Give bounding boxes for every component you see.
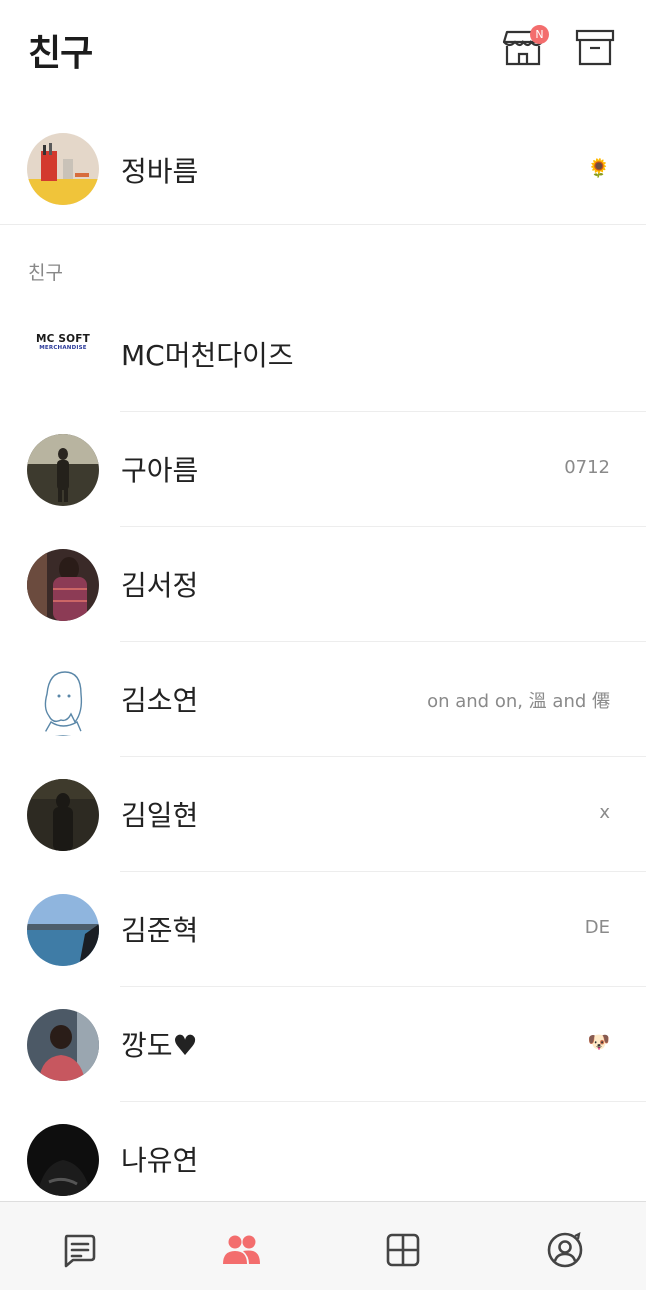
friend-status: on and on, 溫 and 僊: [427, 691, 610, 712]
grid-icon: [386, 1233, 420, 1267]
friend-status: x: [599, 802, 610, 823]
nav-grid[interactable]: [383, 1230, 423, 1270]
divider: [120, 641, 646, 642]
friend-row[interactable]: 나유연: [0, 1103, 646, 1217]
my-profile-row[interactable]: 정바름 🌻: [0, 118, 646, 225]
avatar: [27, 549, 99, 621]
page-title: 친구: [28, 33, 93, 74]
friends-icon: [223, 1235, 260, 1264]
friend-status: DE: [584, 917, 610, 938]
nav-chats[interactable]: [59, 1230, 99, 1270]
avatar: [27, 894, 99, 966]
my-status: 🌻: [587, 158, 610, 179]
friend-name: 김소연: [121, 684, 199, 717]
friend-status: 0712: [564, 457, 610, 478]
friend-name: MC머천다이즈: [121, 339, 294, 372]
nav-friends[interactable]: [221, 1230, 261, 1270]
friend-name: 김서정: [121, 569, 199, 602]
divider: [120, 756, 646, 757]
bottom-nav: [0, 1201, 646, 1290]
avatar: [27, 779, 99, 851]
friends-section-label: 친구: [28, 262, 63, 284]
friend-row[interactable]: 구아름 0712: [0, 413, 646, 527]
profile-icon: [547, 1232, 583, 1268]
mc-soft-logo: MC SOFT MERCHANDISE: [35, 333, 91, 351]
friend-row[interactable]: 김소연 on and on, 溫 and 僊: [0, 643, 646, 757]
friend-row[interactable]: 김준혁 DE: [0, 873, 646, 987]
friend-name: 나유연: [121, 1144, 199, 1177]
divider: [120, 871, 646, 872]
header: 친구 N: [0, 0, 646, 100]
nav-profile[interactable]: [545, 1230, 585, 1270]
friend-row[interactable]: 깡도♥ 🐶: [0, 988, 646, 1102]
friend-row[interactable]: 김서정: [0, 528, 646, 642]
friend-name: 깡도♥: [121, 1029, 198, 1062]
avatar: [27, 1009, 99, 1081]
avatar: [27, 434, 99, 506]
archive-button[interactable]: [572, 24, 618, 70]
divider: [120, 411, 646, 412]
friend-name: 구아름: [121, 454, 199, 487]
divider: [120, 526, 646, 527]
friend-row[interactable]: MC SOFT MERCHANDISE MC머천다이즈: [0, 298, 646, 412]
friend-status: 🐶: [587, 1032, 610, 1053]
avatar: [27, 1124, 99, 1196]
divider: [120, 1101, 646, 1102]
friends-screen: 친구 N 정바름 🌻 친구 MC SOFT MERCHANDISE MC머천다이…: [0, 0, 646, 1290]
archive-icon: [575, 29, 615, 66]
avatar: [27, 664, 99, 736]
my-name: 정바름: [121, 155, 199, 188]
chat-icon: [64, 1234, 96, 1268]
store-new-badge: N: [530, 25, 549, 44]
my-avatar: [27, 133, 99, 205]
friend-name: 김일현: [121, 799, 199, 832]
friend-name: 김준혁: [121, 914, 199, 947]
divider: [120, 986, 646, 987]
friend-row[interactable]: 김일현 x: [0, 758, 646, 872]
